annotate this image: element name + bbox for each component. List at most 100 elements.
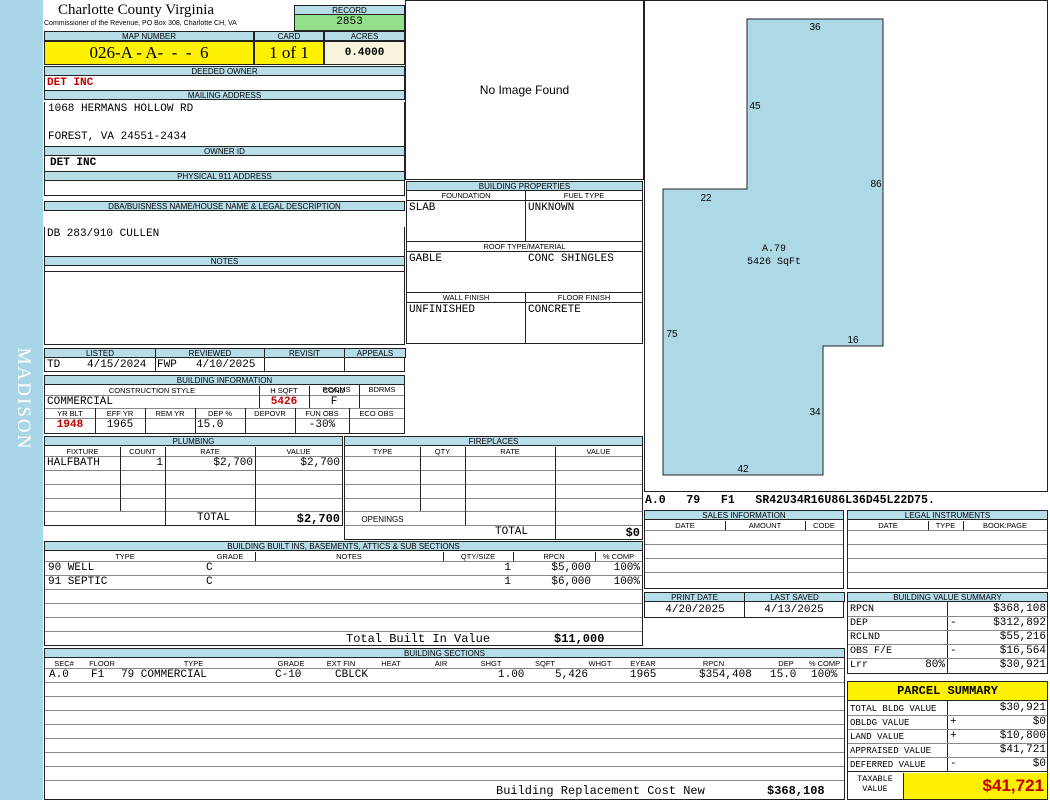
builtin-col-grade: GRADE	[216, 552, 244, 561]
map-number: 026-A - A- - - 6	[44, 41, 254, 65]
dim-label: 16	[847, 335, 859, 346]
builtin-row: 90 WELL C 1 $5,000 100%	[45, 562, 642, 575]
reviewed-date: 4/10/2025	[196, 359, 256, 371]
last-saved-label: LAST SAVED	[744, 592, 845, 602]
sketch-panel: 36 45 86 22 75 16 34 42 A.79 5426 SqFt	[644, 0, 1048, 492]
builtin-type: 91 SEPTIC	[48, 576, 108, 588]
construction-style: COMMERCIAL	[47, 396, 114, 408]
owner-id-label: OWNER ID	[44, 146, 405, 156]
floor-finish-label: FLOOR FINISH	[557, 293, 611, 302]
county-title: Charlotte County Virginia Commissioner o…	[44, 2, 294, 32]
owner-id-section: OWNER ID DET INC	[44, 146, 405, 171]
fireplace-total: $0	[625, 526, 640, 540]
effyr-value: 1965	[106, 419, 134, 431]
dates-section: PRINT DATE LAST SAVED 4/20/2025 4/13/202…	[644, 592, 845, 618]
value-row: RPCN $368,108	[848, 603, 1047, 617]
photo-panel: No Image Found	[405, 0, 644, 180]
parcel-row: LAND VALUE + $10,800	[848, 730, 1047, 744]
value-pct: 80%	[925, 659, 945, 671]
reviewed-label: REVIEWED	[155, 348, 265, 358]
legal-description: DB 283/910 CULLEN	[47, 228, 160, 240]
builtin-col-notes: NOTES	[336, 552, 362, 561]
parcel-label: APPRAISED VALUE	[850, 746, 932, 756]
section-eyear: 1965	[630, 669, 657, 681]
sec-col-eyear: EYEAR	[630, 659, 656, 668]
building-sections: BUILDING SECTIONS SEC# FLOOR TYPE GRADE …	[44, 648, 845, 800]
reviewed-by: FWP	[157, 359, 177, 371]
value-amount: $16,564	[999, 645, 1046, 657]
building-properties: BUILDING PROPERTIES FOUNDATION FUEL TYPE…	[406, 181, 643, 347]
parcel-sign: -	[950, 758, 957, 770]
parcel-label: DEFERRED VALUE	[850, 760, 926, 770]
sec-col-comp: % COMP	[808, 659, 841, 668]
legal-col-type: TYPE	[935, 521, 956, 530]
dim-label: 42	[737, 464, 749, 475]
sales-col-date: DATE	[675, 521, 695, 530]
sec-col-floor: FLOOR	[89, 659, 115, 668]
section-extfin: CBLCK	[335, 669, 369, 681]
fireplace-col-value: VALUE	[586, 447, 611, 456]
dep-label: DEP %	[207, 409, 233, 418]
built-ins-section: BUILDING BUILT INS, BASEMENTS, ATTICS & …	[44, 541, 643, 646]
parcel-amount: $10,800	[999, 730, 1046, 742]
fireplace-total-label: TOTAL	[495, 526, 529, 538]
builtin-qty: 1	[504, 562, 511, 574]
building-info-title: BUILDING INFORMATION	[44, 375, 405, 385]
builtin-col-comp: % COMP	[602, 552, 635, 561]
sec-col-sqft: SQFT	[535, 659, 555, 668]
area-name: A.79	[762, 244, 786, 255]
sec-col-whgt: WHGT	[588, 659, 612, 668]
builtin-total: $11,000	[554, 632, 605, 646]
parcel-row: TOTAL BLDG VALUE $30,921	[848, 702, 1047, 716]
notes-section: NOTES	[44, 256, 405, 345]
sec-col-grade: GRADE	[277, 659, 305, 668]
sec-col-sec: SEC#	[54, 659, 74, 668]
builtin-qty: 1	[504, 576, 511, 588]
plumbing-title: PLUMBING	[44, 436, 343, 446]
value-row: RCLND $55,216	[848, 631, 1047, 645]
parcel-sign: +	[950, 730, 957, 742]
area-sqft: 5426 SqFt	[747, 257, 801, 268]
side-label: MADISON	[13, 347, 34, 451]
dep-value: 15.0	[197, 419, 224, 431]
value-sign: -	[950, 645, 957, 657]
revisit-label: REVISIT	[264, 348, 345, 358]
legal-instruments-section: LEGAL INSTRUMENTS DATE TYPE BOOK:PAGE	[847, 510, 1048, 589]
plumbing-value: $2,700	[300, 457, 340, 469]
sketch-vector: A.0 79 F1 SR42U34R16U86L36D45L22D75.	[645, 494, 935, 507]
fuel-type-value: UNKNOWN	[528, 202, 575, 214]
plumbing-col-fixture: FIXTURE	[66, 447, 99, 456]
mailing-line2: FOREST, VA 24551-2434	[48, 131, 187, 143]
floor-finish-value: CONCRETE	[528, 304, 581, 316]
county-name: Charlotte County Virginia	[58, 2, 215, 18]
physical-address-label: PHYSICAL 911 ADDRESS	[44, 171, 405, 181]
hsqft-label: H SQFT	[270, 386, 298, 395]
yrblt-value: 1948	[56, 419, 84, 431]
builtin-comp: 100%	[613, 576, 640, 588]
parcel-sign: +	[950, 716, 957, 728]
fireplaces-title: FIREPLACES	[344, 436, 643, 446]
parcel-row: APPRAISED VALUE $41,721	[848, 744, 1047, 758]
parcel-amount: $41,721	[999, 744, 1046, 756]
sales-col-code: CODE	[813, 521, 835, 530]
commissioner-address: Commissioner of the Revenue, PO Box 308,…	[44, 20, 237, 27]
plumbing-col-value: VALUE	[286, 447, 311, 456]
building-sections-title: BUILDING SECTIONS	[44, 648, 845, 658]
deeded-owner-section: DEEDED OWNER DET INC	[44, 66, 405, 90]
value-amount: $30,921	[999, 659, 1046, 671]
value-sign: -	[950, 617, 957, 629]
value-row: DEP - $312,892	[848, 617, 1047, 631]
builtin-col-qty: QTY/SIZE	[460, 552, 496, 561]
openings-label: OPENINGS	[361, 515, 404, 524]
listing-section: LISTED REVIEWED REVISIT APPEALS TD 4/15/…	[44, 348, 406, 372]
section-sec: A.0	[49, 669, 69, 681]
builtin-type: 90 WELL	[48, 562, 95, 574]
plumbing-total-label: TOTAL	[197, 512, 231, 524]
section-row: A.0 F1 79 COMMERCIAL C-10 CBLCK 1.00 5,4…	[45, 669, 844, 682]
plumbing-col-count: COUNT	[129, 447, 156, 456]
parcel-row: DEFERRED VALUE - $0	[848, 758, 1047, 772]
side-strip: MADISON	[0, 0, 43, 800]
value-label: DEP	[850, 618, 869, 629]
sec-col-dep: DEP	[778, 659, 794, 668]
legal-instruments-title: LEGAL INSTRUMENTS	[847, 510, 1048, 520]
